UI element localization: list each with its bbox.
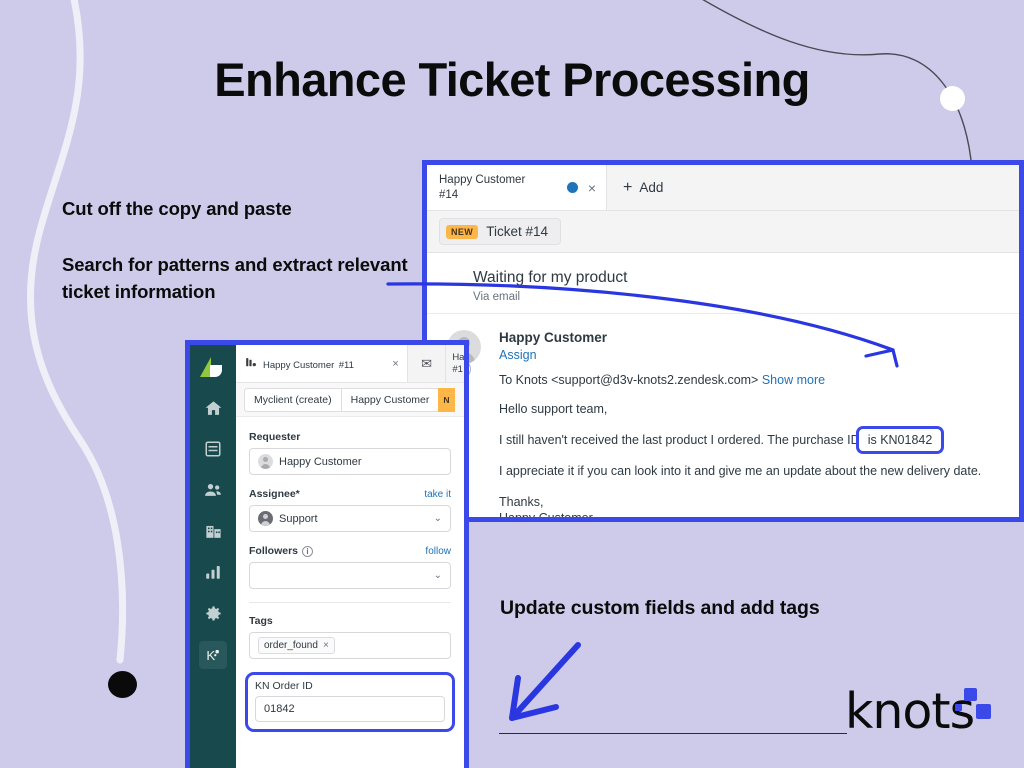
customers-icon[interactable]	[198, 477, 228, 503]
message-body-before: I still haven't received the last produc…	[499, 432, 860, 447]
annotation-arrow-to-custom-field-head	[509, 675, 559, 721]
highlighted-order-id: is KN01842	[855, 425, 945, 455]
admin-gear-icon[interactable]	[198, 600, 228, 626]
assignee-label: Assignee* take it	[249, 488, 451, 500]
kn-order-id-input[interactable]: 01842	[255, 696, 445, 722]
message-body-after: I appreciate it if you can look into it …	[499, 463, 982, 478]
ticket-tab-bar: Happy Customer #14 × + Add	[427, 165, 1019, 211]
knots-square-icon	[955, 704, 962, 711]
fields-tab-next[interactable]: Ha #1	[446, 345, 464, 382]
section-divider	[249, 602, 451, 603]
fields-tab-next-number: #1	[452, 363, 463, 375]
close-icon[interactable]: ×	[392, 358, 398, 370]
views-icon[interactable]	[198, 436, 228, 462]
page-title: Enhance Ticket Processing	[214, 53, 810, 106]
ticket-subject: Waiting for my product	[473, 269, 628, 286]
ticket-subtab-bar: NEW Ticket #14	[427, 211, 1019, 253]
knots-logo: knots	[845, 683, 995, 743]
fields-tab-next-title: Ha	[452, 351, 464, 363]
black-dot-decoration	[108, 671, 137, 698]
fields-tab-number: #11	[338, 359, 354, 371]
status-badge: NEW	[446, 224, 479, 239]
mail-tab-icon[interactable]: ✉	[407, 345, 447, 382]
callout-search-patterns: Search for patterns and extract relevant…	[62, 254, 408, 302]
ticket-body: Waiting for my product Via email ♟ Happy…	[427, 253, 1019, 522]
tags-input[interactable]: order_found ×	[249, 632, 451, 659]
kn-order-id-label: KN Order ID	[255, 680, 313, 692]
tags-label: Tags	[249, 615, 273, 627]
add-tab-label: Add	[639, 180, 664, 195]
ticket-tab-number: #14	[439, 188, 459, 201]
zendesk-ticket-window: Happy Customer #14 × + Add NEW Ticket #1…	[422, 160, 1024, 522]
close-icon[interactable]: ×	[588, 180, 596, 196]
unsaved-dot-icon	[566, 182, 578, 193]
callout-cut-copy-paste: Cut off the copy and paste	[62, 198, 292, 219]
chevron-down-icon: ⌄	[433, 513, 442, 524]
signoff-name: Happy Customer	[499, 510, 593, 522]
close-icon[interactable]: ×	[323, 640, 329, 651]
message-recipients: To Knots <support@d3v-knots2.zendesk.com…	[499, 373, 1005, 387]
knots-square-icon	[976, 704, 991, 719]
ticket-tab-title: Happy Customer	[439, 174, 526, 187]
requester-value: Happy Customer	[279, 455, 362, 468]
ticket-tab-happy-customer-14[interactable]: Happy Customer #14 ×	[427, 165, 607, 210]
footer-rule	[499, 733, 847, 734]
organizations-icon[interactable]	[198, 518, 228, 544]
ticket-subject-block: Waiting for my product Via email	[427, 253, 1019, 314]
knots-wordmark: knots	[845, 683, 975, 740]
fields-tab-bar: Happy Customer #11 × ✉ Ha #1	[236, 345, 464, 383]
zendesk-fields-window: K Happy Customer #11 × ✉ Ha #1 Myclient …	[185, 340, 469, 768]
ticket-fields-panel: Requester Happy Customer Assignee* take …	[236, 417, 464, 768]
ticket-channel: Via email	[473, 291, 521, 303]
reporting-icon[interactable]	[198, 559, 228, 585]
show-more-link[interactable]: Show more	[762, 373, 825, 387]
tag-chip-text: order_found	[264, 640, 318, 651]
assignee-value: Support	[279, 512, 318, 525]
chevron-down-icon: ⌄	[433, 570, 442, 581]
assign-link[interactable]: Assign	[499, 348, 1005, 362]
fields-tab-happy-customer-11[interactable]: Happy Customer #11 ×	[236, 345, 408, 382]
assignee-select[interactable]: Support ⌄	[249, 505, 451, 532]
subtab-label: Ticket #14	[486, 224, 548, 239]
take-it-link[interactable]: take it	[424, 489, 451, 500]
followers-label: Followers i follow	[249, 545, 451, 557]
fields-tab-title: Happy Customer	[263, 359, 335, 371]
signoff-thanks: Thanks,	[499, 494, 544, 509]
fields-subtab-bar: Myclient (create) Happy Customer N	[236, 383, 464, 417]
message-to-line: To Knots <support@d3v-knots2.zendesk.com…	[499, 373, 759, 387]
follow-link[interactable]: follow	[425, 546, 451, 557]
requester-avatar-icon	[258, 454, 273, 469]
kn-order-id-value: 01842	[264, 703, 295, 715]
zendesk-sidebar: K	[190, 345, 236, 768]
message-author: Happy Customer	[499, 330, 608, 345]
subtab-happy-customer[interactable]: Happy Customer	[340, 387, 439, 412]
zendesk-logo-icon[interactable]	[198, 354, 228, 380]
message-signoff: Thanks, Happy Customer	[499, 494, 1005, 522]
info-icon[interactable]: i	[302, 545, 314, 557]
assignee-avatar-icon	[258, 511, 273, 526]
followers-select[interactable]: ⌄	[249, 562, 451, 589]
add-tab-button[interactable]: + Add	[607, 165, 679, 210]
subtab-myclient-create[interactable]: Myclient (create)	[244, 387, 341, 412]
svg-text:K: K	[206, 648, 215, 663]
annotation-arrow-to-custom-field	[509, 642, 581, 721]
home-icon[interactable]	[198, 395, 228, 421]
knots-app-icon[interactable]: K	[199, 641, 227, 669]
ticket-message: ♟ Happy Customer Assign To Knots <suppor…	[427, 314, 1019, 522]
requester-input[interactable]: Happy Customer	[249, 448, 451, 475]
callout-update-fields: Update custom fields and add tags	[500, 597, 820, 619]
requester-label: Requester	[249, 431, 301, 443]
message-greeting: Hello support team,	[499, 402, 608, 416]
message-line-order-id: I still haven't received the last produc…	[499, 425, 1005, 455]
subtab-ticket-14[interactable]: NEW Ticket #14	[439, 218, 561, 245]
kn-order-id-highlight: KN Order ID 01842	[245, 672, 455, 732]
subtab-new-badge: N	[438, 387, 455, 412]
ticket-type-icon	[244, 356, 257, 372]
knots-square-icon	[964, 688, 977, 701]
tag-chip-order-found[interactable]: order_found ×	[258, 637, 335, 654]
plus-icon: +	[623, 178, 633, 196]
